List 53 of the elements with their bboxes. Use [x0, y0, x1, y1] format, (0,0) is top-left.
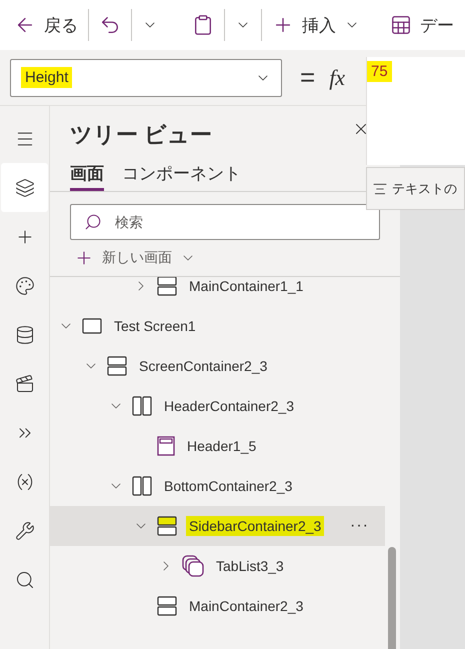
tree-item[interactable]: Header1_5 — [50, 426, 385, 466]
columns-icon — [132, 396, 152, 416]
fx-label: fx — [329, 64, 346, 90]
media-icon — [14, 374, 34, 394]
item-label: MainContainer2_3 — [188, 597, 304, 616]
tree-item[interactable]: MainContainer1_1 — [50, 277, 385, 306]
panel-title: ツリー ビュー — [70, 121, 212, 149]
item-label: Test Screen1 — [113, 317, 197, 336]
insert-button[interactable]: 挿入 — [272, 14, 360, 36]
tablist-icon — [182, 555, 204, 577]
screen-icon — [82, 318, 102, 334]
tree-item[interactable]: ScreenContainer2_3 — [50, 346, 385, 386]
scrollbar[interactable] — [388, 547, 396, 649]
new-screen-button[interactable]: 新しい画面 — [102, 249, 172, 267]
tab[interactable]: 画面 — [70, 162, 104, 191]
search-field[interactable]: 検索 — [70, 204, 380, 240]
tree-item[interactable]: Test Screen1 — [50, 306, 385, 346]
tree-item[interactable]: TabList3_3 — [50, 546, 385, 586]
item-label: HeaderContainer2_3 — [163, 397, 295, 416]
tree-item[interactable]: HeaderContainer2_3 — [50, 386, 385, 426]
wrench-icon — [14, 520, 34, 540]
stack-icon — [107, 356, 127, 376]
item-label: ScreenContainer2_3 — [138, 357, 268, 376]
database-icon — [14, 324, 34, 344]
more-options[interactable]: ··· — [350, 517, 369, 535]
palette-icon — [14, 276, 34, 296]
layers-icon — [14, 178, 34, 198]
property-dropdown[interactable]: Height — [10, 58, 282, 96]
stack-icon — [157, 516, 177, 536]
item-label: MainContainer1_1 — [188, 277, 304, 296]
layers-tab[interactable] — [1, 163, 48, 212]
tab[interactable]: コンポーネント — [122, 162, 241, 191]
tree-item[interactable]: MainContainer2_3 — [50, 586, 385, 626]
formula-input[interactable]: 75 — [366, 57, 465, 165]
stack-icon — [157, 596, 177, 616]
item-label: SidebarContainer2_3 — [186, 516, 324, 536]
undo-icon[interactable] — [99, 14, 121, 36]
columns-icon — [132, 476, 152, 496]
search-icon — [14, 570, 34, 590]
header-icon — [157, 436, 175, 456]
data-button[interactable]: デー — [390, 14, 454, 36]
tree-item[interactable]: BottomContainer2_3 — [50, 466, 385, 506]
tree-item[interactable]: SidebarContainer2_3 ··· — [50, 506, 385, 546]
table-icon — [390, 14, 412, 36]
item-label: TabList3_3 — [215, 557, 285, 576]
clipboard-icon[interactable] — [192, 14, 214, 36]
search-icon — [84, 213, 102, 231]
item-label: BottomContainer2_3 — [163, 477, 294, 496]
stack-icon — [157, 277, 177, 296]
equals-sign: = — [300, 62, 316, 93]
back-button[interactable]: 戻る — [14, 14, 78, 36]
text-format-menu[interactable]: テキストの — [366, 167, 465, 210]
item-label: Header1_5 — [186, 437, 258, 456]
